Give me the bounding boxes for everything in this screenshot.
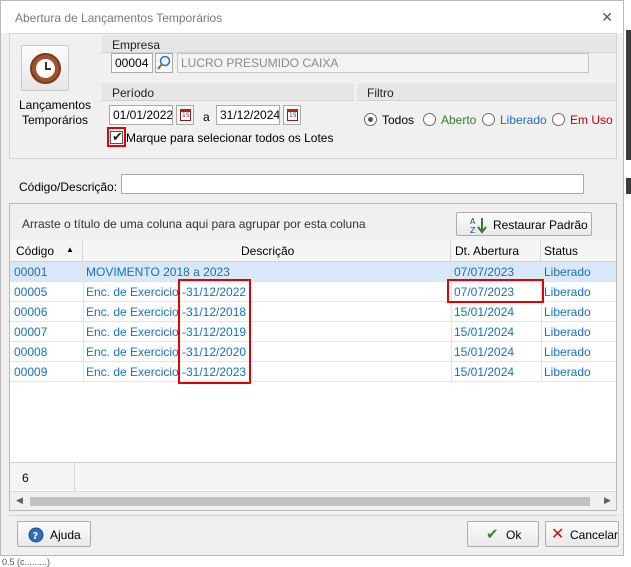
column-header-descricao[interactable]: Descrição — [83, 240, 451, 262]
restore-default-button[interactable]: A Z Restaurar Padrão — [456, 212, 592, 236]
calendar-icon — [180, 109, 191, 121]
svg-text:?: ? — [33, 531, 39, 542]
table-row[interactable]: 00008 Enc. de Exercicio - 31/12/2020 15/… — [10, 342, 616, 362]
row-count-footer: 6 — [10, 462, 616, 491]
filter-aberto-radio[interactable] — [423, 113, 436, 126]
ok-button[interactable]: ✔ Ok — [467, 521, 539, 547]
empresa-search-button[interactable] — [155, 53, 173, 73]
help-button[interactable]: ? Ajuda — [17, 521, 91, 547]
cancel-button[interactable]: ✕ Cancelar — [545, 521, 619, 547]
lancamentos-icon-button[interactable] — [21, 45, 69, 91]
filter-liberado-radio[interactable] — [482, 113, 495, 126]
background-window-edge — [626, 178, 631, 194]
period-start-calendar-button[interactable] — [176, 105, 194, 125]
table-row[interactable]: 00007 Enc. de Exercicio - 31/12/2019 15/… — [10, 322, 616, 342]
filter-todos-label[interactable]: Todos — [382, 113, 414, 127]
group-by-area[interactable]: Arraste o título de uma coluna aqui para… — [10, 204, 616, 240]
search-label: Código/Descrição: — [19, 180, 118, 194]
sort-asc-icon: ▲ — [66, 245, 74, 254]
highlight-checkbox — [107, 127, 126, 147]
highlight-description-dates — [178, 279, 251, 384]
period-start-field[interactable]: 01/01/2022 — [109, 105, 173, 125]
close-icon[interactable]: ✕ — [601, 9, 613, 26]
period-end-field[interactable]: 31/12/2024 — [216, 105, 280, 125]
magnifier-icon — [157, 55, 171, 70]
scrollbar-thumb[interactable] — [30, 497, 590, 506]
ok-label: Ok — [506, 528, 522, 542]
search-input[interactable] — [121, 174, 584, 194]
svg-text:A: A — [470, 217, 476, 226]
periodo-header: Período — [102, 83, 354, 101]
row-count: 6 — [22, 471, 29, 485]
filter-todos-radio[interactable] — [364, 113, 377, 126]
select-all-label[interactable]: Marque para selecionar todos os Lotes — [126, 131, 333, 145]
column-header-status[interactable]: Status — [541, 240, 616, 262]
period-end-calendar-button[interactable] — [283, 105, 301, 125]
group-by-hint: Arraste o título de uma coluna aqui para… — [22, 217, 366, 231]
restore-default-label: Restaurar Padrão — [493, 218, 588, 232]
column-header-codigo[interactable]: Código ▲ — [10, 240, 83, 262]
filter-emuso-radio[interactable] — [552, 113, 565, 126]
empresa-header: Empresa — [102, 35, 616, 53]
cancel-label: Cancelar — [570, 528, 619, 542]
scroll-left-icon[interactable]: ◀ — [16, 495, 23, 506]
filter-liberado-label[interactable]: Liberado — [500, 113, 547, 127]
period-separator: a — [203, 110, 210, 124]
title-bar: Abertura de Lançamentos Temporários ✕ — [1, 1, 623, 33]
table-row[interactable]: 00006 Enc. de Exercicio - 31/12/2018 15/… — [10, 302, 616, 322]
window-title: Abertura de Lançamentos Temporários — [15, 11, 223, 25]
lots-grid: Arraste o título de uma coluna aqui para… — [9, 203, 617, 511]
background-window-edge — [626, 30, 631, 160]
svg-text:Z: Z — [470, 226, 476, 234]
filter-emuso-label[interactable]: Em Uso — [570, 113, 613, 127]
close-icon: ✕ — [551, 526, 565, 543]
icon-button-label: Lançamentos Temporários — [18, 98, 92, 127]
background-window-text: 0.5 (c.........) — [2, 557, 51, 567]
filter-aberto-label[interactable]: Aberto — [441, 113, 476, 127]
horizontal-scrollbar[interactable]: ◀ ▶ — [10, 491, 616, 510]
empresa-name-field: LUCRO PRESUMIDO CAIXA — [177, 53, 589, 73]
dialog-window: Abertura de Lançamentos Temporários ✕ La… — [0, 0, 624, 556]
table-row[interactable]: 00009 Enc. de Exercicio - 31/12/2023 15/… — [10, 362, 616, 382]
filtro-header: Filtro — [357, 83, 616, 101]
help-icon: ? — [28, 527, 44, 543]
column-divider — [83, 262, 84, 382]
clock-icon — [30, 53, 61, 84]
highlight-open-date — [447, 279, 544, 303]
sort-az-icon: A Z — [470, 217, 487, 234]
empresa-code-field[interactable]: 00004 — [111, 53, 153, 73]
column-header-dt-abertura[interactable]: Dt. Abertura — [451, 240, 541, 262]
calendar-icon — [287, 109, 298, 121]
help-label: Ajuda — [50, 528, 81, 542]
scroll-right-icon[interactable]: ▶ — [604, 495, 611, 506]
check-icon: ✔ — [486, 526, 499, 543]
